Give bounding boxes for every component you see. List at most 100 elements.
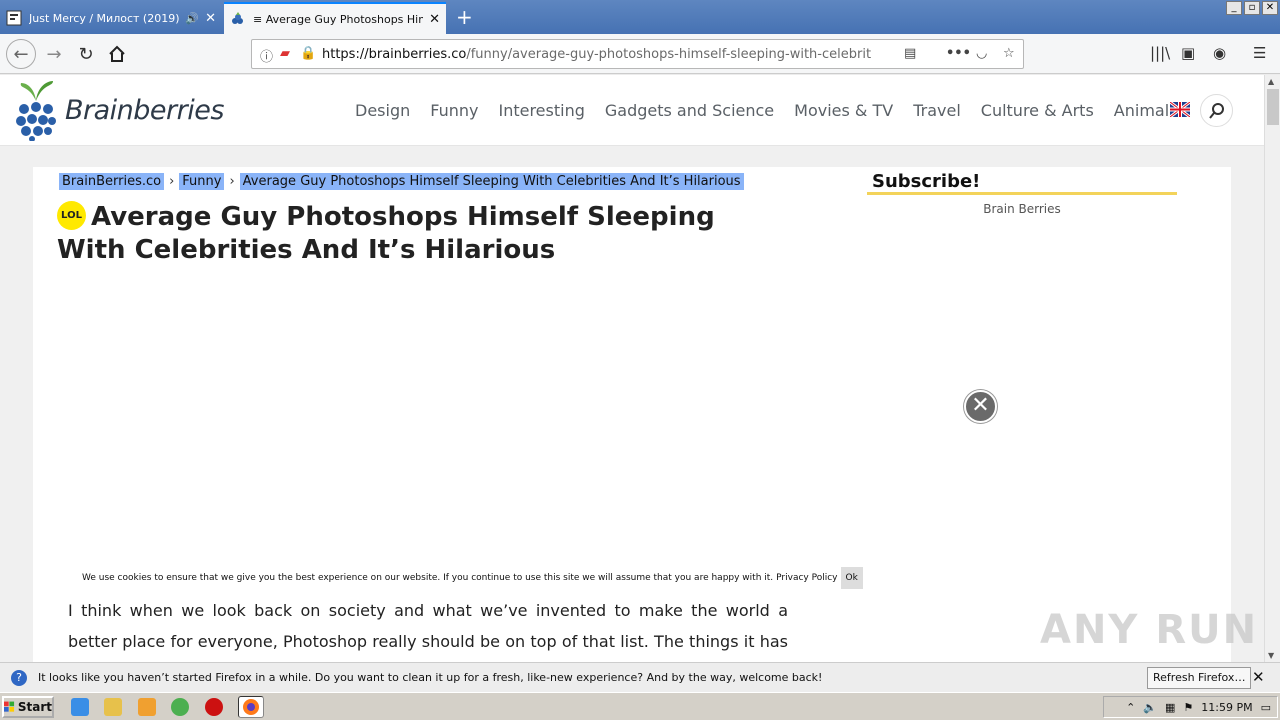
url-domain: https://brainberries.co	[322, 46, 467, 62]
nav-funny[interactable]: Funny	[430, 101, 478, 120]
window-controls: _ ▫ ✕	[1226, 1, 1278, 15]
back-button[interactable]: ←	[6, 39, 36, 69]
chrome-icon[interactable]	[171, 698, 189, 716]
scroll-thumb[interactable]	[1267, 89, 1279, 125]
opera-icon[interactable]	[205, 698, 223, 716]
forward-button[interactable]: →	[42, 42, 66, 66]
brainberries-favicon-icon	[232, 12, 243, 24]
notification-bar: ? It looks like you haven’t started Fire…	[0, 662, 1280, 692]
nav-culture-arts[interactable]: Culture & Arts	[981, 101, 1094, 120]
nav-travel[interactable]: Travel	[913, 101, 961, 120]
nav-movies-tv[interactable]: Movies & TV	[794, 101, 893, 120]
breadcrumb-funny[interactable]: Funny	[179, 173, 225, 190]
breadcrumb-current[interactable]: Average Guy Photoshops Himself Sleeping …	[239, 173, 744, 190]
start-label: Start	[17, 700, 52, 714]
nav-design[interactable]: Design	[355, 101, 410, 120]
url-path: /funny/average-guy-photoshops-himself-sl…	[466, 46, 872, 62]
breadcrumb-separator: ›	[169, 174, 175, 189]
tray-expand-icon[interactable]: ⌃	[1126, 701, 1135, 714]
close-ad-icon[interactable]: ✕	[964, 390, 997, 423]
ie-icon[interactable]	[71, 698, 89, 716]
close-tab-icon[interactable]: ✕	[429, 12, 440, 27]
windows-logo-icon	[4, 701, 15, 712]
subscribe-heading: Subscribe!	[867, 171, 1177, 195]
scroll-down-icon[interactable]: ▼	[1268, 651, 1274, 660]
cookie-notice: We use cookies to ensure that we give yo…	[82, 567, 863, 589]
lol-badge: LOL	[57, 201, 86, 230]
site-logo[interactable]: Brainberries	[15, 79, 224, 141]
media-player-icon[interactable]	[138, 698, 156, 716]
arrow-left-icon: ←	[13, 43, 29, 65]
article-body: I think when we look back on society and…	[68, 601, 788, 651]
pocket-icon[interactable]: ◡	[976, 46, 987, 61]
subscribe-channel: Brain Berries	[983, 202, 1061, 216]
firefox-taskbar-button[interactable]	[238, 696, 264, 718]
close-window-button[interactable]: ✕	[1262, 1, 1278, 15]
page-favicon-icon	[6, 10, 22, 26]
tab-brainberries[interactable]: ≡ Average Guy Photoshops Himse ✕	[224, 2, 446, 34]
restore-button[interactable]: ▫	[1244, 1, 1260, 15]
minimize-button[interactable]: _	[1226, 1, 1242, 15]
start-button[interactable]: Start	[2, 696, 54, 718]
breadcrumb: BrainBerries.co › Funny › Average Guy Ph…	[59, 173, 744, 190]
reload-button[interactable]: ↻	[74, 42, 98, 66]
search-button[interactable]	[1200, 94, 1233, 127]
uk-flag-icon[interactable]	[1170, 102, 1190, 117]
close-notification-icon[interactable]: ✕	[1252, 668, 1265, 686]
notification-message: It looks like you haven’t started Firefo…	[38, 671, 823, 684]
tab-title: Just Mercy / Милост (2019) »	[29, 11, 182, 25]
url-text[interactable]: https://brainberries.co/funny/average-gu…	[322, 47, 872, 62]
bookmark-star-icon[interactable]: ☆	[1003, 46, 1015, 61]
explorer-icon[interactable]	[104, 698, 122, 716]
menu-icon[interactable]: ☰	[1253, 44, 1266, 62]
tracking-blocked-icon[interactable]: ▰	[280, 46, 290, 61]
more-icon[interactable]: •••	[946, 46, 971, 61]
scroll-up-icon[interactable]: ▲	[1268, 77, 1274, 86]
search-icon	[1208, 102, 1224, 119]
anyrun-watermark: ANY RUN	[1040, 607, 1259, 653]
volume-icon[interactable]: 🔈	[1143, 701, 1157, 714]
article-title: Average Guy Photoshops Himself Sleeping …	[57, 202, 715, 265]
library-icon[interactable]: |||\	[1150, 44, 1170, 62]
privacy-policy-link[interactable]: Privacy Policy	[776, 573, 837, 583]
main-nav: Design Funny Interesting Gadgets and Sci…	[355, 101, 1178, 120]
sidebar-icon[interactable]: ▣	[1181, 44, 1195, 62]
arrow-right-icon: →	[46, 43, 62, 65]
close-tab-icon[interactable]: ✕	[205, 11, 216, 26]
tab-title: ≡ Average Guy Photoshops Himse	[253, 12, 424, 26]
speaker-icon[interactable]: 🔊	[185, 12, 199, 25]
system-tray: ⌃ 🔈 ▦ ⚑ 11:59 PM ▭	[1103, 696, 1278, 718]
reload-icon: ↻	[78, 43, 94, 65]
new-tab-button[interactable]: +	[456, 5, 473, 29]
lock-icon[interactable]: 🔒	[300, 46, 316, 61]
cookie-ok-button[interactable]: Ok	[840, 567, 863, 589]
article-container: BrainBerries.co › Funny › Average Guy Ph…	[33, 167, 1231, 662]
nav-animals[interactable]: Animals	[1114, 101, 1178, 120]
tab-just-mercy[interactable]: Just Mercy / Милост (2019) » 🔊 ✕	[0, 2, 222, 34]
site-header: Brainberries Design Funny Interesting Ga…	[0, 75, 1264, 146]
clock[interactable]: 11:59 PM	[1201, 701, 1252, 714]
page-scrollbar[interactable]: ▲ ▼	[1264, 75, 1280, 662]
account-icon[interactable]: ◉	[1213, 44, 1226, 62]
home-icon	[109, 45, 125, 62]
nav-interesting[interactable]: Interesting	[498, 101, 584, 120]
info-icon[interactable]: ⓘ	[260, 46, 273, 65]
network-icon[interactable]: ▦	[1165, 701, 1175, 714]
navigation-toolbar: ← → ↻ ⓘ ▰ 🔒 https://brainberries.co/funn…	[0, 34, 1280, 74]
tab-strip: Just Mercy / Милост (2019) » 🔊 ✕ ≡ Avera…	[0, 0, 1280, 34]
show-desktop-icon[interactable]: ▭	[1261, 701, 1271, 714]
url-bar[interactable]: ⓘ ▰ 🔒 https://brainberries.co/funny/aver…	[251, 39, 1024, 69]
reader-view-icon[interactable]: ▤	[904, 46, 916, 61]
refresh-firefox-button[interactable]: Refresh Firefox…	[1147, 667, 1252, 689]
breadcrumb-home[interactable]: BrainBerries.co	[59, 173, 165, 190]
help-icon: ?	[11, 670, 27, 686]
logo-text: Brainberries	[65, 94, 224, 126]
taskbar: Start ⌃ 🔈 ▦ ⚑ 11:59 PM ▭	[0, 692, 1280, 720]
nav-gadgets-science[interactable]: Gadgets and Science	[605, 101, 774, 120]
berries-logo-icon	[16, 81, 56, 141]
flag-icon[interactable]: ⚑	[1183, 701, 1193, 714]
home-button[interactable]	[105, 42, 129, 66]
page-viewport: Brainberries Design Funny Interesting Ga…	[0, 75, 1264, 662]
breadcrumb-separator: ›	[229, 174, 235, 189]
cookie-text: We use cookies to ensure that we give yo…	[82, 573, 774, 583]
